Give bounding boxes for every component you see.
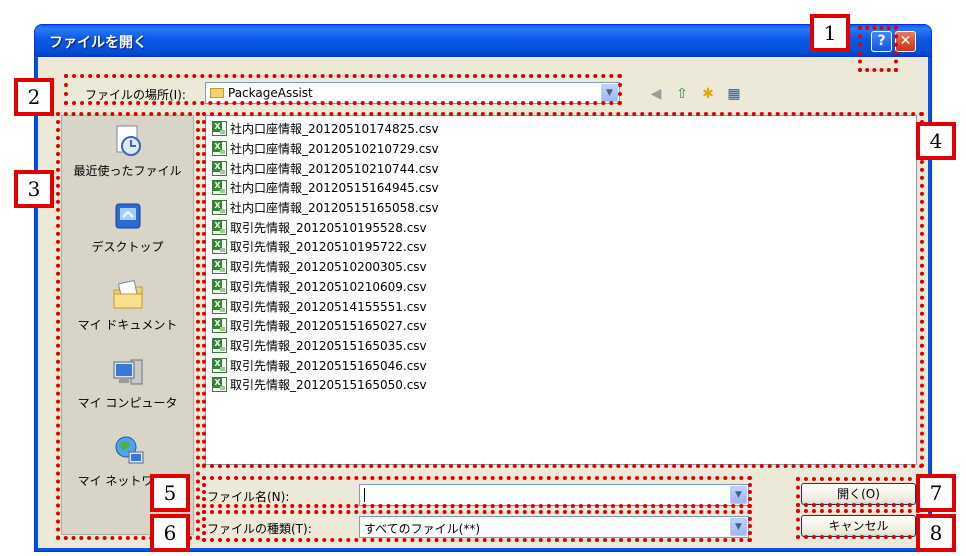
file-item[interactable]: 社内口座情報_20120510210729.csv: [212, 139, 916, 159]
navigation-toolbar: ◀ ⇧ ✱ ▦: [647, 85, 743, 103]
filetype-label: ファイルの種類(T):: [207, 522, 312, 536]
excel-csv-icon: [212, 121, 227, 137]
text-cursor: [364, 488, 365, 502]
file-item[interactable]: 取引先情報_20120515165035.csv: [212, 336, 916, 356]
callout-6: 6: [150, 514, 190, 552]
excel-csv-icon: [212, 278, 227, 294]
callout-7: 7: [916, 474, 956, 512]
excel-csv-icon: [212, 377, 227, 393]
excel-csv-icon: [212, 239, 227, 255]
file-item[interactable]: 社内口座情報_20120515165058.csv: [212, 198, 916, 218]
dialog-title: ファイルを開く: [49, 35, 147, 51]
view-menu-icon[interactable]: ▦: [725, 85, 743, 103]
lookin-label: ファイルの場所(I):: [85, 88, 186, 102]
back-icon[interactable]: ◀: [647, 85, 665, 103]
filename-label: ファイル名(N):: [207, 490, 290, 504]
cancel-button[interactable]: キャンセル: [801, 515, 916, 537]
recent-icon: [111, 124, 145, 158]
excel-csv-icon: [212, 141, 227, 157]
file-item[interactable]: 社内口座情報_20120515164945.csv: [212, 178, 916, 198]
excel-csv-icon: [212, 318, 227, 334]
callout-2: 2: [14, 78, 54, 116]
file-item[interactable]: 社内口座情報_20120510210744.csv: [212, 158, 916, 178]
new-folder-icon[interactable]: ✱: [699, 85, 717, 103]
callout-3: 3: [14, 170, 54, 208]
file-list[interactable]: 社内口座情報_20120510174825.csv 社内口座情報_2012051…: [205, 115, 917, 465]
lookin-value: PackageAssist: [228, 86, 313, 100]
excel-csv-icon: [212, 259, 227, 275]
file-item[interactable]: 取引先情報_20120515165046.csv: [212, 355, 916, 375]
chevron-down-icon[interactable]: ▼: [601, 84, 618, 102]
file-item[interactable]: 取引先情報_20120515165050.csv: [212, 375, 916, 395]
file-item[interactable]: 取引先情報_20120515165027.csv: [212, 316, 916, 336]
callout-8: 8: [916, 514, 956, 552]
up-folder-icon[interactable]: ⇧: [673, 85, 691, 103]
lookin-select[interactable]: PackageAssist ▼: [205, 82, 620, 104]
excel-csv-icon: [212, 298, 227, 314]
callout-1: 1: [810, 14, 850, 52]
chevron-down-icon[interactable]: ▼: [730, 486, 747, 504]
chevron-down-icon[interactable]: ▼: [730, 518, 747, 536]
file-item[interactable]: 取引先情報_20120510210609.csv: [212, 277, 916, 297]
place-my-computer[interactable]: マイ コンピュータ: [62, 356, 193, 411]
my-documents-icon: [111, 278, 145, 312]
file-item[interactable]: 社内口座情報_20120510174825.csv: [212, 119, 916, 139]
file-item[interactable]: 取引先情報_20120514155551.csv: [212, 296, 916, 316]
filetype-select[interactable]: すべてのファイル(**) ▼: [359, 516, 749, 538]
my-computer-icon: [111, 356, 145, 390]
my-network-icon: [111, 434, 145, 468]
callout-4: 4: [916, 122, 956, 160]
excel-csv-icon: [212, 160, 227, 176]
file-item[interactable]: 取引先情報_20120510200305.csv: [212, 257, 916, 277]
open-file-dialog: ファイルを開く ? ✕ ファイルの場所(I): PackageAssist ▼ …: [34, 24, 932, 552]
open-button[interactable]: 開く(O): [801, 483, 916, 505]
close-button[interactable]: ✕: [895, 31, 916, 52]
place-my-documents[interactable]: マイ ドキュメント: [62, 278, 193, 333]
filename-input[interactable]: ▼: [359, 484, 749, 506]
excel-csv-icon: [212, 219, 227, 235]
title-bar: ファイルを開く ? ✕: [35, 25, 931, 57]
excel-csv-icon: [212, 200, 227, 216]
help-button[interactable]: ?: [871, 31, 892, 52]
excel-csv-icon: [212, 337, 227, 353]
excel-csv-icon: [212, 180, 227, 196]
callout-5: 5: [150, 474, 190, 512]
place-recent[interactable]: 最近使ったファイル: [62, 124, 193, 179]
place-desktop[interactable]: デスクトップ: [62, 200, 193, 255]
excel-csv-icon: [212, 357, 227, 373]
folder-icon: [210, 88, 224, 98]
file-item[interactable]: 取引先情報_20120510195722.csv: [212, 237, 916, 257]
places-bar: 最近使ったファイル デスクトップ マイ ドキュメント マイ コンピュータ マイ …: [61, 115, 194, 535]
desktop-icon: [111, 200, 145, 234]
file-item[interactable]: 取引先情報_20120510195528.csv: [212, 217, 916, 237]
